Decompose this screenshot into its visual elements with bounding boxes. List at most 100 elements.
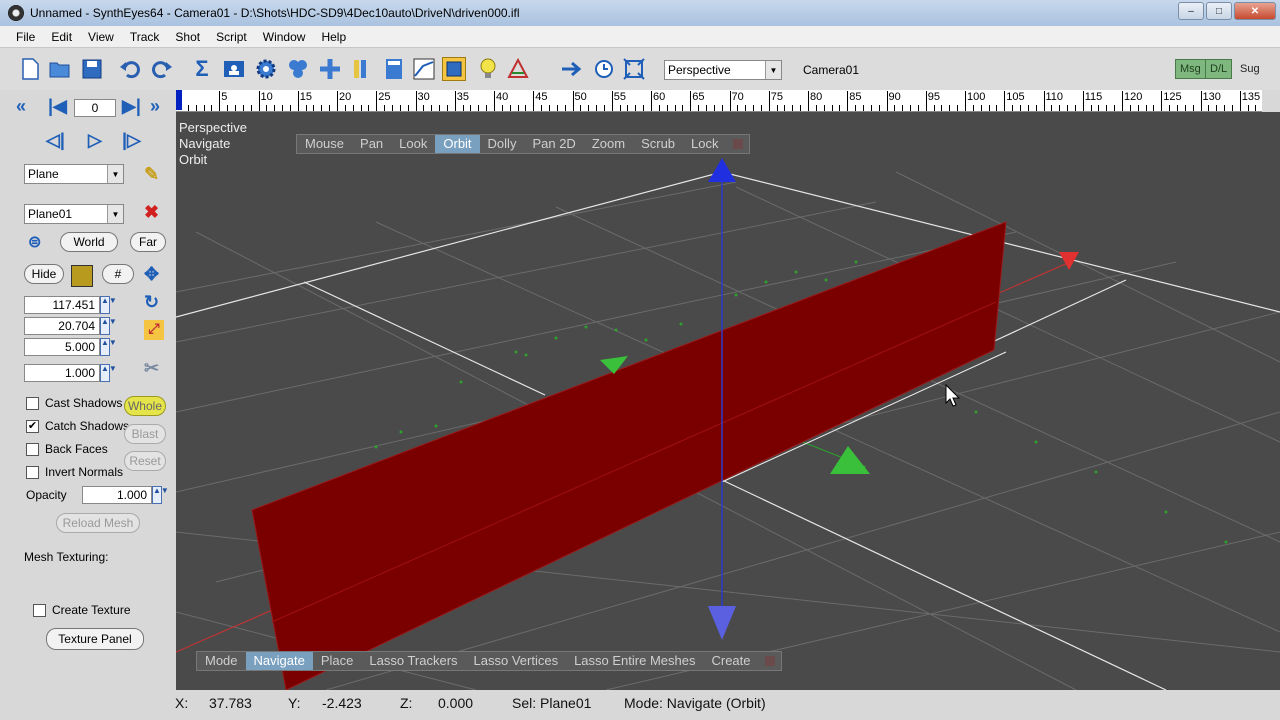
checkbox-box[interactable] bbox=[26, 442, 39, 456]
lock-icon[interactable]: ⊜ bbox=[28, 232, 41, 252]
sug-button[interactable]: Sug bbox=[1236, 59, 1264, 79]
perspective-tool-icon[interactable] bbox=[506, 57, 530, 81]
chevron-down-icon[interactable]: ▼ bbox=[107, 205, 123, 223]
green-handle-arrow[interactable] bbox=[830, 446, 870, 474]
nav-orbit[interactable]: Orbit bbox=[435, 135, 480, 153]
nav-pan-2d[interactable]: Pan 2D bbox=[524, 135, 583, 153]
step-forward-icon[interactable]: |▷ bbox=[122, 130, 141, 151]
nav-scrub[interactable]: Scrub bbox=[633, 135, 683, 153]
nav-mouse[interactable]: Mouse bbox=[297, 135, 352, 153]
cast-shadows-checkbox[interactable]: Cast Shadows bbox=[26, 396, 122, 410]
magic-wand-icon[interactable]: ✎ bbox=[144, 164, 159, 185]
scale-icon[interactable]: ⤢ bbox=[144, 320, 164, 340]
frame-number-field[interactable]: 0 bbox=[74, 99, 116, 117]
nav-pan[interactable]: Pan bbox=[352, 135, 391, 153]
checkbox-box[interactable] bbox=[26, 465, 39, 479]
position-z-field[interactable]: 5.000 bbox=[24, 338, 100, 356]
redo-icon[interactable] bbox=[150, 57, 174, 81]
menu-view[interactable]: View bbox=[80, 30, 122, 44]
camera-view-icon[interactable] bbox=[222, 57, 246, 81]
mode-navigate[interactable]: Navigate bbox=[245, 652, 313, 670]
save-icon[interactable] bbox=[80, 57, 104, 81]
hide-button[interactable]: Hide bbox=[24, 264, 64, 284]
menu-help[interactable]: Help bbox=[313, 30, 354, 44]
rotate-icon[interactable]: ↻ bbox=[144, 292, 159, 313]
3d-viewport[interactable]: Perspective Navigate Orbit Mouse Pan Loo… bbox=[176, 112, 1280, 690]
arrow-right-icon[interactable] bbox=[560, 57, 584, 81]
reload-mesh-button[interactable]: Reload Mesh bbox=[56, 513, 140, 533]
tracker-cluster-icon[interactable] bbox=[286, 57, 310, 81]
toolbar-close-icon[interactable] bbox=[764, 656, 775, 666]
mode-label[interactable]: Mode bbox=[197, 652, 246, 670]
blast-button[interactable]: Blast bbox=[124, 424, 166, 444]
z-axis-arrow-top[interactable] bbox=[708, 158, 736, 182]
mode-lasso-vertices[interactable]: Lasso Vertices bbox=[466, 652, 567, 670]
color-swatch[interactable] bbox=[71, 265, 93, 287]
catch-shadows-checkbox[interactable]: ✔ Catch Shadows bbox=[26, 419, 129, 433]
settings-gear-icon[interactable] bbox=[254, 57, 278, 81]
close-button[interactable]: ✕ bbox=[1234, 2, 1276, 20]
timeline-ruler[interactable]: 5 10 15 20 25 30 35 40 45 50 55 60 65 70 75 80 85 90 95 100… bbox=[176, 90, 1262, 112]
checkbox-box[interactable] bbox=[33, 603, 46, 617]
light-bulb-icon[interactable] bbox=[476, 57, 500, 81]
checkbox-box[interactable] bbox=[26, 396, 39, 410]
toolbar-close-icon[interactable] bbox=[732, 139, 743, 149]
delete-icon[interactable]: ✖ bbox=[144, 202, 159, 223]
nav-dolly[interactable]: Dolly bbox=[480, 135, 525, 153]
position-y-field[interactable]: 20.704 bbox=[24, 317, 100, 335]
menu-window[interactable]: Window bbox=[255, 30, 314, 44]
nav-look[interactable]: Look bbox=[391, 135, 435, 153]
mode-lasso-trackers[interactable]: Lasso Trackers bbox=[361, 652, 465, 670]
next-frame-icon[interactable]: ▶| bbox=[122, 96, 141, 117]
sigma-solve-icon[interactable]: Σ bbox=[190, 56, 214, 81]
world-button[interactable]: World bbox=[60, 232, 118, 252]
calculator-icon[interactable] bbox=[382, 57, 406, 81]
msg-button[interactable]: Msg bbox=[1175, 59, 1206, 79]
mode-create[interactable]: Create bbox=[703, 652, 758, 670]
object-name-select[interactable]: Plane01 ▼ bbox=[24, 204, 124, 224]
graph-editor-icon[interactable] bbox=[350, 57, 374, 81]
previous-frame-icon[interactable]: |◀ bbox=[48, 96, 67, 117]
texture-panel-button[interactable]: Texture Panel bbox=[46, 628, 144, 650]
menu-edit[interactable]: Edit bbox=[43, 30, 80, 44]
chevron-down-icon[interactable]: ▼ bbox=[765, 61, 781, 79]
object-type-select[interactable]: Plane ▼ bbox=[24, 164, 124, 184]
nav-lock[interactable]: Lock bbox=[683, 135, 726, 153]
playhead-marker[interactable] bbox=[176, 90, 182, 110]
checkbox-box-checked[interactable]: ✔ bbox=[26, 419, 39, 433]
mode-lasso-entire-meshes[interactable]: Lasso Entire Meshes bbox=[566, 652, 703, 670]
invert-normals-checkbox[interactable]: Invert Normals bbox=[26, 465, 123, 479]
create-texture-checkbox[interactable]: Create Texture bbox=[33, 603, 131, 617]
opacity-field[interactable]: 1.000 bbox=[82, 486, 152, 504]
mode-place[interactable]: Place bbox=[313, 652, 362, 670]
reset-button[interactable]: Reset bbox=[124, 451, 166, 471]
chevron-down-icon[interactable]: ▼ bbox=[107, 165, 123, 183]
rewind-icon[interactable]: « bbox=[16, 96, 26, 117]
dl-button[interactable]: D/L bbox=[1205, 59, 1233, 79]
move-icon[interactable]: ✥ bbox=[144, 264, 159, 285]
clock-icon[interactable] bbox=[592, 57, 616, 81]
frame-all-icon[interactable] bbox=[622, 57, 646, 81]
back-faces-checkbox[interactable]: Back Faces bbox=[26, 442, 108, 456]
play-icon[interactable]: ▷ bbox=[88, 130, 102, 151]
view-select[interactable]: Perspective ▼ bbox=[664, 60, 782, 80]
menu-track[interactable]: Track bbox=[122, 30, 168, 44]
step-back-icon[interactable]: ◁| bbox=[46, 130, 65, 151]
spinner-icon[interactable]: ▲▼ bbox=[100, 296, 117, 314]
fast-forward-icon[interactable]: » bbox=[150, 96, 160, 117]
nav-zoom[interactable]: Zoom bbox=[584, 135, 633, 153]
maximize-button[interactable]: □ bbox=[1206, 2, 1232, 20]
scene-canvas[interactable] bbox=[176, 112, 1280, 690]
spinner-icon[interactable]: ▲▼ bbox=[100, 317, 117, 335]
undo-icon[interactable] bbox=[118, 57, 142, 81]
whole-button[interactable]: Whole bbox=[124, 396, 166, 416]
menu-script[interactable]: Script bbox=[208, 30, 255, 44]
position-x-field[interactable]: 117.451 bbox=[24, 296, 100, 314]
spinner-icon[interactable]: ▲▼ bbox=[100, 364, 117, 382]
far-button[interactable]: Far bbox=[130, 232, 166, 252]
spinner-icon[interactable]: ▲▼ bbox=[100, 338, 117, 356]
new-file-icon[interactable] bbox=[18, 57, 42, 81]
curve-editor-icon[interactable] bbox=[412, 57, 436, 81]
tools-icon[interactable]: ✂ bbox=[144, 358, 159, 379]
spinner-icon[interactable]: ▲▼ bbox=[152, 486, 169, 504]
